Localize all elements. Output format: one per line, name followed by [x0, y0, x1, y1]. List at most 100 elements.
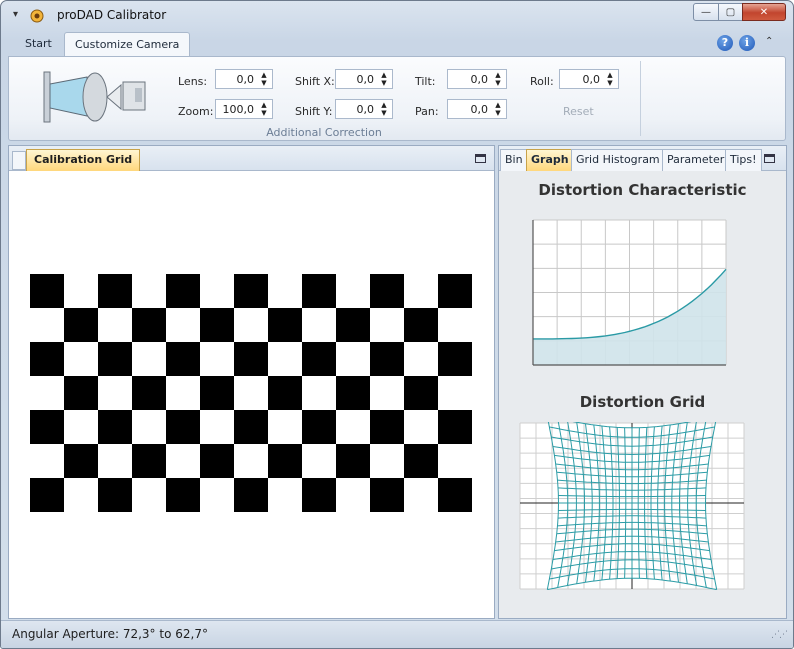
checker-square [268, 308, 302, 342]
shift-y-label: Shift Y: [295, 105, 333, 118]
checker-square [98, 274, 132, 308]
checker-square [98, 410, 132, 444]
checker-square [438, 342, 472, 376]
checker-square [336, 444, 370, 478]
checker-square [404, 308, 438, 342]
camera-calibration-icon [43, 71, 146, 123]
window-title: proDAD Calibrator [57, 8, 167, 22]
checker-square [404, 444, 438, 478]
app-window: ▾ proDAD Calibrator — ▢ ✕ Start Customiz… [0, 0, 794, 649]
distortion-characteristic-title: Distortion Characteristic [538, 181, 747, 199]
checker-square [200, 308, 234, 342]
calibration-grid-panel: Calibration Grid [8, 145, 495, 619]
checker-square [370, 342, 404, 376]
spin-arrows-icon[interactable]: ▲ ▼ [379, 101, 389, 117]
zoom-label: Zoom: [178, 105, 214, 118]
right-panel-header: Bin Graph Grid Histogram Parameter Tips! [499, 146, 786, 171]
checker-square [370, 274, 404, 308]
spin-arrows-icon[interactable]: ▲ ▼ [605, 71, 615, 87]
checker-square [438, 410, 472, 444]
checker-square [302, 342, 336, 376]
checker-square [166, 410, 200, 444]
shift-y-value: 0,0 [356, 102, 375, 116]
roll-spinbox[interactable]: 0,0 ▲ ▼ [559, 69, 619, 89]
checker-square [64, 444, 98, 478]
left-panel-header: Calibration Grid [9, 146, 494, 171]
roll-label: Roll: [530, 75, 554, 88]
checker-square [404, 376, 438, 410]
tilt-value: 0,0 [470, 72, 489, 86]
checker-square [268, 444, 302, 478]
pan-label: Pan: [415, 105, 439, 118]
lens-label: Lens: [178, 75, 208, 88]
help-icon[interactable]: ? [717, 35, 733, 51]
checker-square [234, 342, 268, 376]
checker-square [234, 410, 268, 444]
maximize-panel-icon[interactable] [475, 154, 486, 163]
tab-parameter[interactable]: Parameter [662, 149, 730, 171]
checker-square [98, 342, 132, 376]
lens-spinbox[interactable]: 0,0 ▲ ▼ [215, 69, 273, 89]
checker-square [30, 274, 64, 308]
tab-tips[interactable]: Tips! [725, 149, 762, 171]
spin-arrows-icon[interactable]: ▲ ▼ [379, 71, 389, 87]
checker-square [30, 478, 64, 512]
reset-button[interactable]: Reset [563, 105, 594, 118]
spin-arrows-icon[interactable]: ▲ ▼ [493, 71, 503, 87]
shift-y-spinbox[interactable]: 0,0 ▲ ▼ [335, 99, 393, 119]
zoom-spinbox[interactable]: 100,0 ▲ ▼ [215, 99, 273, 119]
spin-arrows-icon[interactable]: ▲ ▼ [493, 101, 503, 117]
checker-square [438, 478, 472, 512]
distortion-characteristic-chart [532, 219, 727, 366]
pan-value: 0,0 [470, 102, 489, 116]
ribbon-tab-customize-camera[interactable]: Customize Camera [64, 32, 191, 57]
quick-access-menu-icon[interactable]: ▾ [13, 9, 18, 20]
zoom-value: 100,0 [222, 102, 255, 116]
resize-grip-icon[interactable]: ⋰⋰ [771, 630, 788, 640]
spin-arrows-icon[interactable]: ▲ ▼ [259, 71, 269, 87]
checker-square [166, 274, 200, 308]
checker-square [166, 478, 200, 512]
checker-square [438, 274, 472, 308]
roll-value: 0,0 [582, 72, 601, 86]
distortion-grid-title: Distortion Grid [579, 393, 706, 411]
ribbon-panel: Lens: 0,0 ▲ ▼ Zoom: 100,0 ▲ ▼ Shift X: 0,0… [8, 56, 786, 141]
ribbon-group-title: Additional Correction [266, 126, 382, 139]
spin-arrows-icon[interactable]: ▲ ▼ [259, 101, 269, 117]
checker-square [166, 342, 200, 376]
minimize-button[interactable]: — [693, 3, 719, 21]
panel-tab-blank[interactable] [12, 151, 26, 170]
tab-calibration-grid[interactable]: Calibration Grid [26, 149, 141, 171]
checker-square [98, 478, 132, 512]
checker-square [30, 342, 64, 376]
shift-x-spinbox[interactable]: 0,0 ▲ ▼ [335, 69, 393, 89]
app-logo-icon [30, 9, 44, 23]
checker-square [302, 478, 336, 512]
shift-x-value: 0,0 [356, 72, 375, 86]
ribbon-collapse-icon[interactable]: ⌃ [765, 36, 773, 47]
title-bar: ▾ proDAD Calibrator — ▢ ✕ [1, 1, 793, 31]
tilt-spinbox[interactable]: 0,0 ▲ ▼ [447, 69, 507, 89]
tab-graph[interactable]: Graph [526, 149, 574, 171]
checker-square [200, 444, 234, 478]
maximize-panel-icon[interactable] [764, 154, 775, 163]
graph-panel: Bin Graph Grid Histogram Parameter Tips!… [498, 145, 787, 619]
ribbon-tab-start[interactable]: Start [15, 32, 62, 56]
checker-square [30, 410, 64, 444]
maximize-button[interactable]: ▢ [718, 3, 743, 21]
checker-square [302, 274, 336, 308]
tab-bin[interactable]: Bin [500, 149, 528, 171]
tilt-label: Tilt: [415, 75, 436, 88]
info-icon[interactable]: i [739, 35, 755, 51]
pan-spinbox[interactable]: 0,0 ▲ ▼ [447, 99, 507, 119]
checker-square [132, 444, 166, 478]
tab-grid-histogram[interactable]: Grid Histogram [571, 149, 665, 171]
checker-square [64, 308, 98, 342]
checker-square [302, 410, 336, 444]
checker-square [370, 478, 404, 512]
checker-square [234, 274, 268, 308]
angular-aperture-status: Angular Aperture: 72,3° to 62,7° [12, 627, 208, 641]
checker-square [336, 376, 370, 410]
distortion-grid-chart [519, 422, 745, 590]
close-button[interactable]: ✕ [742, 3, 786, 21]
